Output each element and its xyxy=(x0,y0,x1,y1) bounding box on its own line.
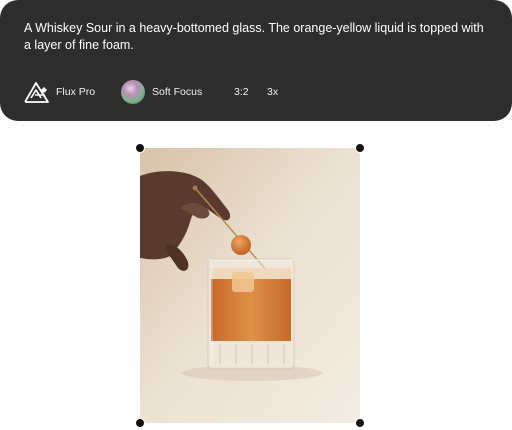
image-count-selector[interactable]: 3x xyxy=(267,80,278,104)
resize-handle-top-left[interactable] xyxy=(135,143,145,153)
soft-focus-thumbnail xyxy=(121,80,145,104)
whiskey-sour-photo xyxy=(140,148,360,423)
model-label: Flux Pro xyxy=(56,86,96,98)
prompt-text[interactable]: A Whiskey Sour in a heavy-bottomed glass… xyxy=(24,20,494,53)
style-label: Soft Focus xyxy=(152,86,203,98)
generated-image[interactable] xyxy=(140,148,360,423)
aspect-ratio-selector[interactable]: 3:2 xyxy=(234,80,249,104)
resize-handle-bottom-right[interactable] xyxy=(355,418,365,428)
resize-handle-top-right[interactable] xyxy=(355,143,365,153)
flux-logo-icon xyxy=(24,82,49,103)
model-selector[interactable]: Flux Pro xyxy=(24,80,95,104)
prompt-card: A Whiskey Sour in a heavy-bottomed glass… xyxy=(0,0,512,121)
style-selector[interactable]: Soft Focus xyxy=(121,80,202,104)
generation-options-bar: Flux Pro Soft Focus 3:2 3x xyxy=(24,80,494,104)
resize-handle-bottom-left[interactable] xyxy=(135,418,145,428)
